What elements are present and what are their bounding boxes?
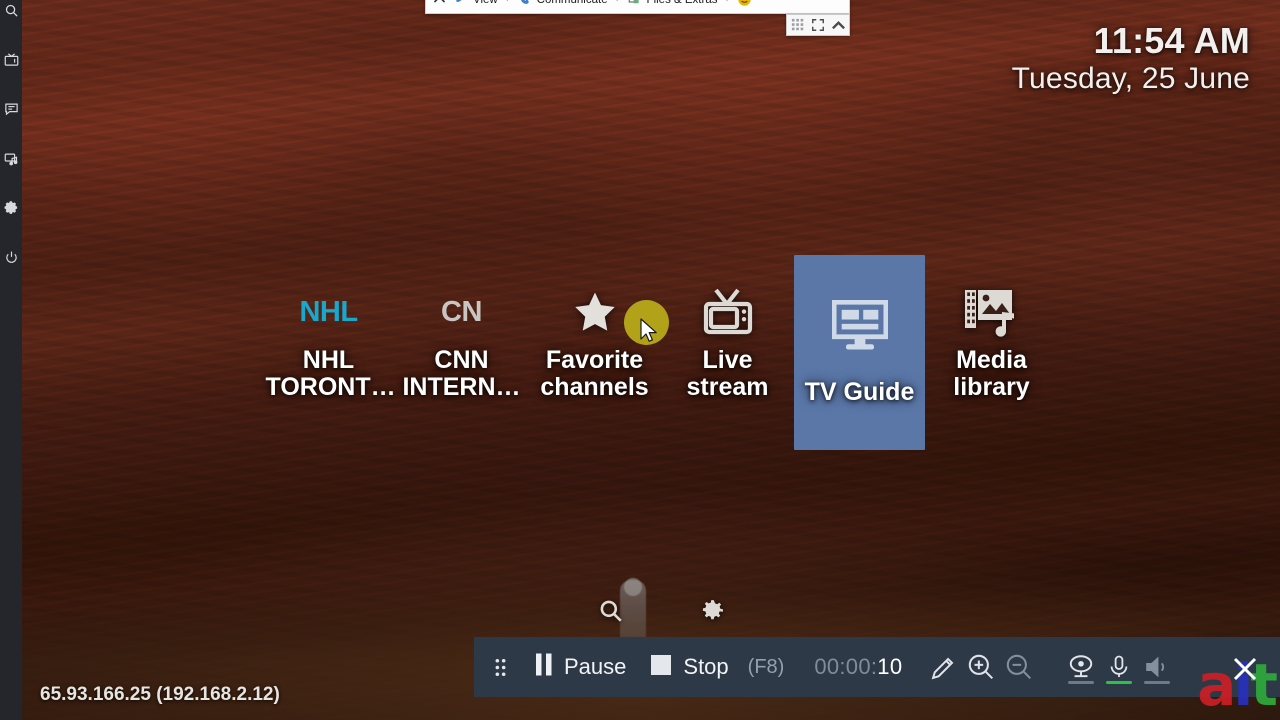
floating-mini-toolbar[interactable] bbox=[786, 14, 850, 36]
phone-icon bbox=[518, 0, 533, 7]
desktop-small-icons bbox=[598, 598, 726, 624]
menu-item-files-extras[interactable]: Files & Extras ▼ bbox=[628, 0, 730, 7]
smiley-icon bbox=[737, 0, 752, 7]
puzzle-icon bbox=[628, 0, 643, 7]
tv-retro-icon bbox=[702, 283, 754, 341]
stop-icon bbox=[650, 654, 672, 681]
launcher-tile-live-stream[interactable]: Live stream bbox=[661, 255, 794, 400]
clock-time: 11:54 AM bbox=[1093, 20, 1250, 61]
chevron-up-icon bbox=[432, 0, 447, 7]
timer-seconds: 10 bbox=[877, 654, 903, 679]
tv-guide-icon bbox=[831, 297, 888, 355]
label-line1: CNN bbox=[434, 346, 489, 374]
nhl-logo: NHL bbox=[299, 283, 358, 341]
star-icon bbox=[572, 283, 618, 341]
launcher-tile-media-library-label: Media library bbox=[929, 347, 1055, 400]
launcher-tile-tv-guide-label: TV Guide bbox=[804, 378, 915, 406]
menu-item-view[interactable]: View ▼ bbox=[454, 0, 511, 7]
chat-icon[interactable] bbox=[3, 100, 19, 116]
stop-button-shortcut: (F8) bbox=[747, 655, 785, 678]
microphone-status-bar bbox=[1106, 681, 1133, 684]
timer-hours-minutes: 00:00: bbox=[814, 654, 878, 679]
menu-item-collapse[interactable] bbox=[432, 0, 447, 7]
microphone-icon[interactable] bbox=[1100, 637, 1138, 697]
label-line1: Media bbox=[956, 346, 1027, 374]
drag-handle-icon[interactable] bbox=[474, 637, 521, 697]
launcher-tile-nhl[interactable]: NHL NHL TORONT… bbox=[262, 255, 396, 401]
media-library-icon bbox=[964, 283, 1020, 341]
mouse-cursor bbox=[640, 318, 660, 344]
ip-address-label: 65.93.166.25 (192.168.2.12) bbox=[40, 684, 280, 705]
search-icon[interactable] bbox=[598, 598, 624, 624]
pencil-icon[interactable] bbox=[924, 637, 962, 697]
left-sidebar[interactable] bbox=[0, 0, 22, 720]
zoom-in-icon[interactable] bbox=[962, 637, 1000, 697]
label-line1: Live bbox=[702, 346, 753, 374]
menu-item-files-extras-label: Files & Extras bbox=[647, 0, 718, 6]
search-icon[interactable] bbox=[3, 2, 19, 18]
menu-item-communicate-label: Communicate bbox=[537, 0, 608, 6]
clock-date: Tuesday, 25 June bbox=[1011, 61, 1250, 95]
webcam-icon[interactable] bbox=[1062, 637, 1100, 697]
label-line1: Favorite bbox=[545, 346, 644, 374]
speaker-icon[interactable] bbox=[1138, 637, 1176, 697]
launcher-tile-cnn-label: CNN INTERN… bbox=[399, 347, 525, 400]
chevron-up-icon[interactable] bbox=[830, 17, 846, 33]
view-icon bbox=[454, 0, 469, 7]
fullscreen-icon[interactable] bbox=[810, 17, 826, 33]
desktop-screen: View ▼ Communicate ▼ Files & Extras ▼ bbox=[0, 0, 1280, 720]
menu-item-communicate[interactable]: Communicate ▼ bbox=[518, 0, 621, 7]
channel-launcher: NHL NHL TORONT… CN CNN INTERN… Favorite … bbox=[262, 255, 1058, 450]
chevron-down-icon: ▼ bbox=[504, 0, 511, 3]
chevron-down-icon: ▼ bbox=[614, 0, 621, 3]
stop-button-label: Stop bbox=[683, 654, 729, 679]
menu-item-view-label: View bbox=[473, 0, 498, 6]
music-icon[interactable] bbox=[3, 150, 19, 166]
label-line2: library bbox=[953, 372, 1030, 401]
grid-icon[interactable] bbox=[790, 17, 806, 33]
pause-icon bbox=[535, 653, 553, 681]
recording-timer: 00:00: 10 bbox=[814, 637, 902, 697]
pause-button[interactable]: Pause bbox=[521, 637, 644, 697]
app-menu-bar[interactable]: View ▼ Communicate ▼ Files & Extras ▼ bbox=[425, 0, 850, 14]
gear-icon[interactable] bbox=[3, 199, 19, 215]
launcher-tile-live-stream-label: Live stream bbox=[665, 347, 791, 400]
recording-control-bar[interactable]: Pause Stop (F8) 00:00: 10 bbox=[474, 637, 1280, 697]
nhl-logo-text: NHL bbox=[299, 295, 358, 328]
launcher-tile-nhl-label: NHL TORONT… bbox=[265, 346, 396, 401]
power-icon[interactable] bbox=[3, 249, 19, 265]
webcam-status-bar bbox=[1068, 681, 1095, 684]
cnn-logo: CN bbox=[441, 283, 482, 341]
label-line2: stream bbox=[686, 372, 769, 401]
chevron-down-icon: ▼ bbox=[723, 0, 730, 3]
stop-button[interactable]: Stop (F8) bbox=[644, 637, 790, 697]
gear-icon[interactable] bbox=[700, 598, 726, 624]
zoom-out-icon[interactable] bbox=[1000, 637, 1038, 697]
desktop-clock: 11:54 AM Tuesday, 25 June bbox=[1012, 22, 1250, 97]
close-icon[interactable] bbox=[1230, 654, 1260, 684]
launcher-tile-tv-guide[interactable]: TV Guide bbox=[794, 255, 925, 450]
launcher-tile-media-library[interactable]: Media library bbox=[925, 255, 1058, 400]
launcher-tile-cnn[interactable]: CN CNN INTERN… bbox=[395, 255, 528, 400]
cnn-logo-text: CN bbox=[441, 295, 482, 328]
launcher-tile-favorite-channels-label: Favorite channels bbox=[532, 347, 658, 400]
pause-button-label: Pause bbox=[564, 654, 627, 679]
speaker-status-bar bbox=[1144, 681, 1171, 684]
tv-icon[interactable] bbox=[3, 51, 19, 67]
label-line2: TORONT… bbox=[265, 372, 396, 401]
label-line2: INTERN… bbox=[402, 372, 521, 401]
label-line1: NHL bbox=[302, 346, 355, 374]
label-line2: channels bbox=[540, 372, 649, 401]
menu-item-status[interactable] bbox=[737, 0, 752, 7]
